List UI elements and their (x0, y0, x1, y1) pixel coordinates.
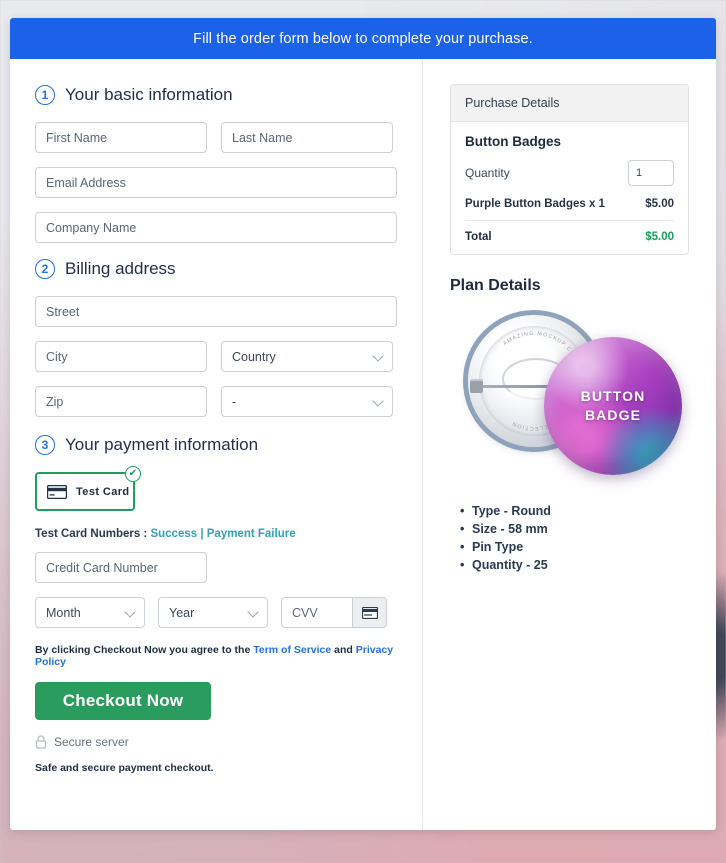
total-label: Total (465, 231, 492, 243)
quantity-input[interactable] (628, 160, 674, 186)
total-amount: $5.00 (645, 231, 674, 243)
purchase-details-title: Purchase Details (451, 85, 688, 122)
card-back-icon (361, 606, 378, 619)
year-select-wrapper: Year (158, 597, 268, 628)
email-input[interactable] (35, 167, 397, 198)
city-country-row: Country (35, 341, 397, 372)
plan-specs-list: Type - Round Size - 58 mm Pin Type Quant… (450, 504, 689, 572)
section-billing-address-header: 2 Billing address (35, 259, 397, 279)
zip-state-row: - (35, 386, 397, 417)
last-name-input[interactable] (221, 122, 393, 153)
test-card-numbers-line: Test Card Numbers : Success | Payment Fa… (35, 528, 397, 540)
company-input[interactable] (35, 212, 397, 243)
expiry-year-select[interactable]: Year (158, 597, 268, 628)
badge-text-line-2: BADGE (584, 407, 642, 423)
checkout-now-button[interactable]: Checkout Now (35, 682, 211, 720)
street-row (35, 296, 397, 327)
test-card-option[interactable]: Test Card ✔ (35, 466, 141, 511)
section-basic-information-header: 1 Your basic information (35, 85, 397, 105)
first-name-input[interactable] (35, 122, 207, 153)
terms-text-between: and (331, 644, 356, 656)
country-select[interactable]: Country (221, 341, 393, 372)
section-title-payment-information: Your payment information (65, 435, 259, 454)
city-input[interactable] (35, 341, 207, 372)
credit-card-icon (47, 484, 67, 499)
state-select[interactable]: - (221, 386, 393, 417)
state-select-wrapper: - (221, 386, 393, 417)
country-select-wrapper: Country (221, 341, 393, 372)
quantity-label: Quantity (465, 166, 510, 180)
email-row (35, 167, 397, 198)
plan-details-title: Plan Details (450, 277, 541, 294)
banner-message: Fill the order form below to complete yo… (193, 30, 533, 47)
test-card-success-link[interactable]: Success (150, 528, 197, 540)
test-card-label: Test Card (76, 485, 130, 498)
secure-server-label: Secure server (54, 735, 129, 749)
expiry-month-select[interactable]: Month (35, 597, 145, 628)
step-number-1: 1 (35, 85, 55, 105)
month-select-wrapper: Month (35, 597, 145, 628)
banner: Fill the order form below to complete yo… (10, 18, 716, 59)
safe-payment-note: Safe and secure payment checkout. (35, 762, 214, 774)
badge-text-line-1: BUTTON (580, 388, 646, 405)
section-title-billing-address: Billing address (65, 259, 176, 278)
badge-front-side: BUTTON BADGE (544, 337, 682, 475)
body-columns: 1 Your basic information 2 Billing addre… (10, 59, 716, 830)
card-expiry-cvv-row: Month Year (35, 597, 397, 628)
total-row: Total $5.00 (465, 231, 674, 243)
list-item: Type - Round (460, 504, 689, 518)
purchase-details-body: Button Badges Quantity Purple Button Bad… (451, 122, 688, 254)
summary-column: Purchase Details Button Badges Quantity … (423, 59, 716, 830)
step-number-2: 2 (35, 259, 55, 279)
terms-of-service-link[interactable]: Term of Service (253, 644, 331, 656)
badge-front-text: BUTTON BADGE (581, 387, 646, 425)
test-card-link-separator: | (197, 528, 207, 540)
button-badge-product-image: AMAZING MOCKUP COLLECTION COLLECTION BUT… (450, 309, 689, 484)
section-payment-information-header: 3 Your payment information (35, 435, 397, 455)
credit-card-number-input[interactable] (35, 552, 207, 583)
terms-agreement-text: By clicking Checkout Now you agree to th… (35, 644, 397, 668)
card-number-row (35, 552, 397, 583)
street-input[interactable] (35, 296, 397, 327)
cvv-hint-button[interactable] (352, 598, 386, 627)
line-item-row: Purple Button Badges x 1 $5.00 (465, 198, 674, 221)
checkout-card: Fill the order form below to complete yo… (10, 18, 716, 830)
test-card-failure-link[interactable]: Payment Failure (207, 528, 296, 540)
product-name: Button Badges (465, 134, 561, 149)
form-column: 1 Your basic information 2 Billing addre… (10, 59, 423, 830)
check-circle-icon: ✔ (125, 466, 141, 482)
cvv-input[interactable] (282, 598, 352, 627)
terms-text-before: By clicking Checkout Now you agree to th… (35, 644, 254, 656)
line-item-label: Purple Button Badges x 1 (465, 198, 605, 210)
step-number-3: 3 (35, 435, 55, 455)
list-item: Pin Type (460, 540, 689, 554)
name-row (35, 122, 397, 153)
purchase-details-panel: Purchase Details Button Badges Quantity … (450, 84, 689, 255)
lock-icon (35, 735, 47, 749)
section-title-basic-information: Your basic information (65, 85, 233, 104)
line-item-amount: $5.00 (645, 198, 674, 210)
cvv-group (281, 597, 387, 628)
list-item: Quantity - 25 (460, 558, 689, 572)
secure-server-row: Secure server (35, 735, 397, 749)
test-card-numbers-prefix: Test Card Numbers : (35, 528, 151, 540)
company-row (35, 212, 397, 243)
zip-input[interactable] (35, 386, 207, 417)
list-item: Size - 58 mm (460, 522, 689, 536)
quantity-row: Quantity (465, 160, 674, 186)
